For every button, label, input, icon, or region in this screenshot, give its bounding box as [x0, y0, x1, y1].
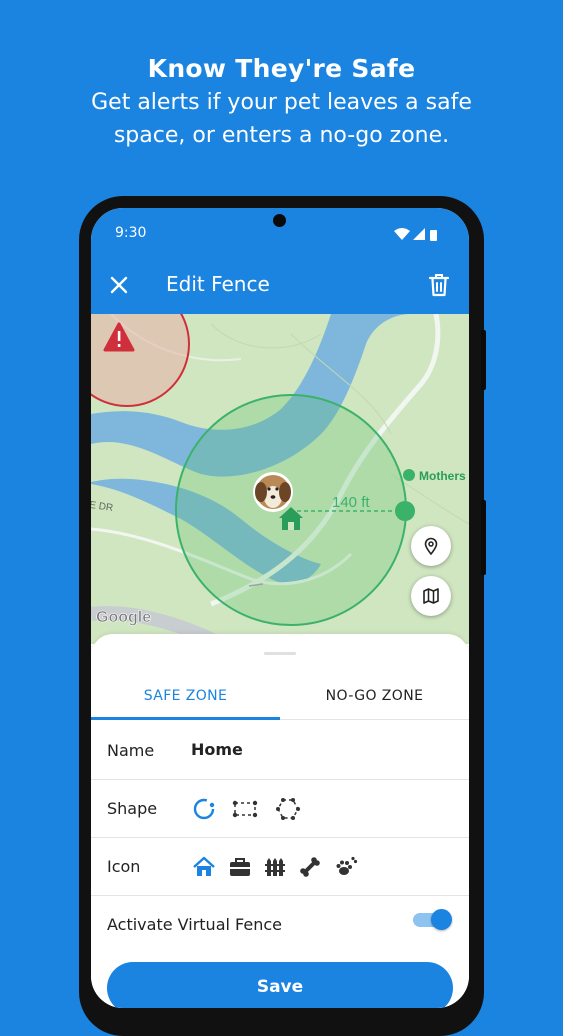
promo-title: Know They're Safe: [147, 54, 416, 83]
status-time: 9:30: [115, 225, 147, 241]
phone-volume-button: [481, 500, 486, 575]
shape-row: Shape: [91, 780, 469, 838]
bone-icon[interactable]: [297, 854, 323, 880]
phone-screen: 9:30 Edit Fence 140 ft Mothers E DR Goog…: [91, 208, 469, 1008]
shape-label: Shape: [107, 799, 158, 818]
save-button[interactable]: Save: [107, 962, 453, 1008]
briefcase-icon[interactable]: [227, 854, 253, 880]
pet-avatar[interactable]: [253, 472, 293, 512]
app-bar: 9:30 Edit Fence: [91, 208, 469, 314]
poi-label: Mothers: [419, 469, 466, 483]
paw-icon[interactable]: [333, 854, 359, 880]
location-pin-button[interactable]: [411, 526, 451, 566]
close-icon[interactable]: [106, 272, 132, 298]
trash-icon[interactable]: [426, 271, 452, 299]
wifi-icon: [394, 228, 410, 240]
name-value[interactable]: Home: [191, 740, 243, 759]
location-pin-icon: [424, 537, 438, 555]
phone-side-button: [481, 330, 486, 390]
map-layers-button[interactable]: [411, 576, 451, 616]
activate-fence-row: Activate Virtual Fence: [91, 896, 469, 954]
google-attribution: Google: [96, 609, 151, 626]
promo-subtitle-line1: Get alerts if your pet leaves a safe: [91, 90, 472, 115]
tab-safe-zone[interactable]: SAFE ZONE: [91, 680, 280, 720]
activate-fence-label: Activate Virtual Fence: [107, 915, 282, 934]
signal-icon: [413, 228, 425, 240]
fence-icon[interactable]: [262, 854, 288, 880]
camera-cutout: [273, 214, 286, 227]
circle-shape-icon[interactable]: [191, 796, 217, 822]
status-icons: [394, 228, 437, 241]
name-row[interactable]: Name Home: [91, 722, 469, 780]
activate-fence-toggle[interactable]: [413, 908, 453, 930]
icon-label: Icon: [107, 857, 141, 876]
battery-icon: [430, 230, 437, 241]
promo-header: Know They're Safe Get alerts if your pet…: [0, 52, 563, 152]
rectangle-shape-icon[interactable]: [232, 796, 258, 822]
tab-no-go-zone[interactable]: NO-GO ZONE: [280, 680, 469, 720]
radius-handle[interactable]: [395, 501, 415, 521]
distance-label: 140 ft: [332, 494, 370, 511]
map-layers-icon: [423, 588, 439, 604]
toggle-knob: [431, 909, 452, 930]
home-icon[interactable]: [191, 854, 217, 880]
fence-editor-sheet: SAFE ZONE NO-GO ZONE Name Home Shape Ico…: [91, 634, 469, 1008]
park-poi-icon: [403, 469, 415, 481]
sheet-drag-handle[interactable]: [264, 652, 296, 655]
icon-row: Icon: [91, 838, 469, 896]
promo-subtitle-line2: space, or enters a no-go zone.: [113, 123, 450, 148]
polygon-shape-icon[interactable]: [275, 796, 301, 822]
name-label: Name: [107, 741, 155, 760]
page-title: Edit Fence: [166, 272, 270, 296]
